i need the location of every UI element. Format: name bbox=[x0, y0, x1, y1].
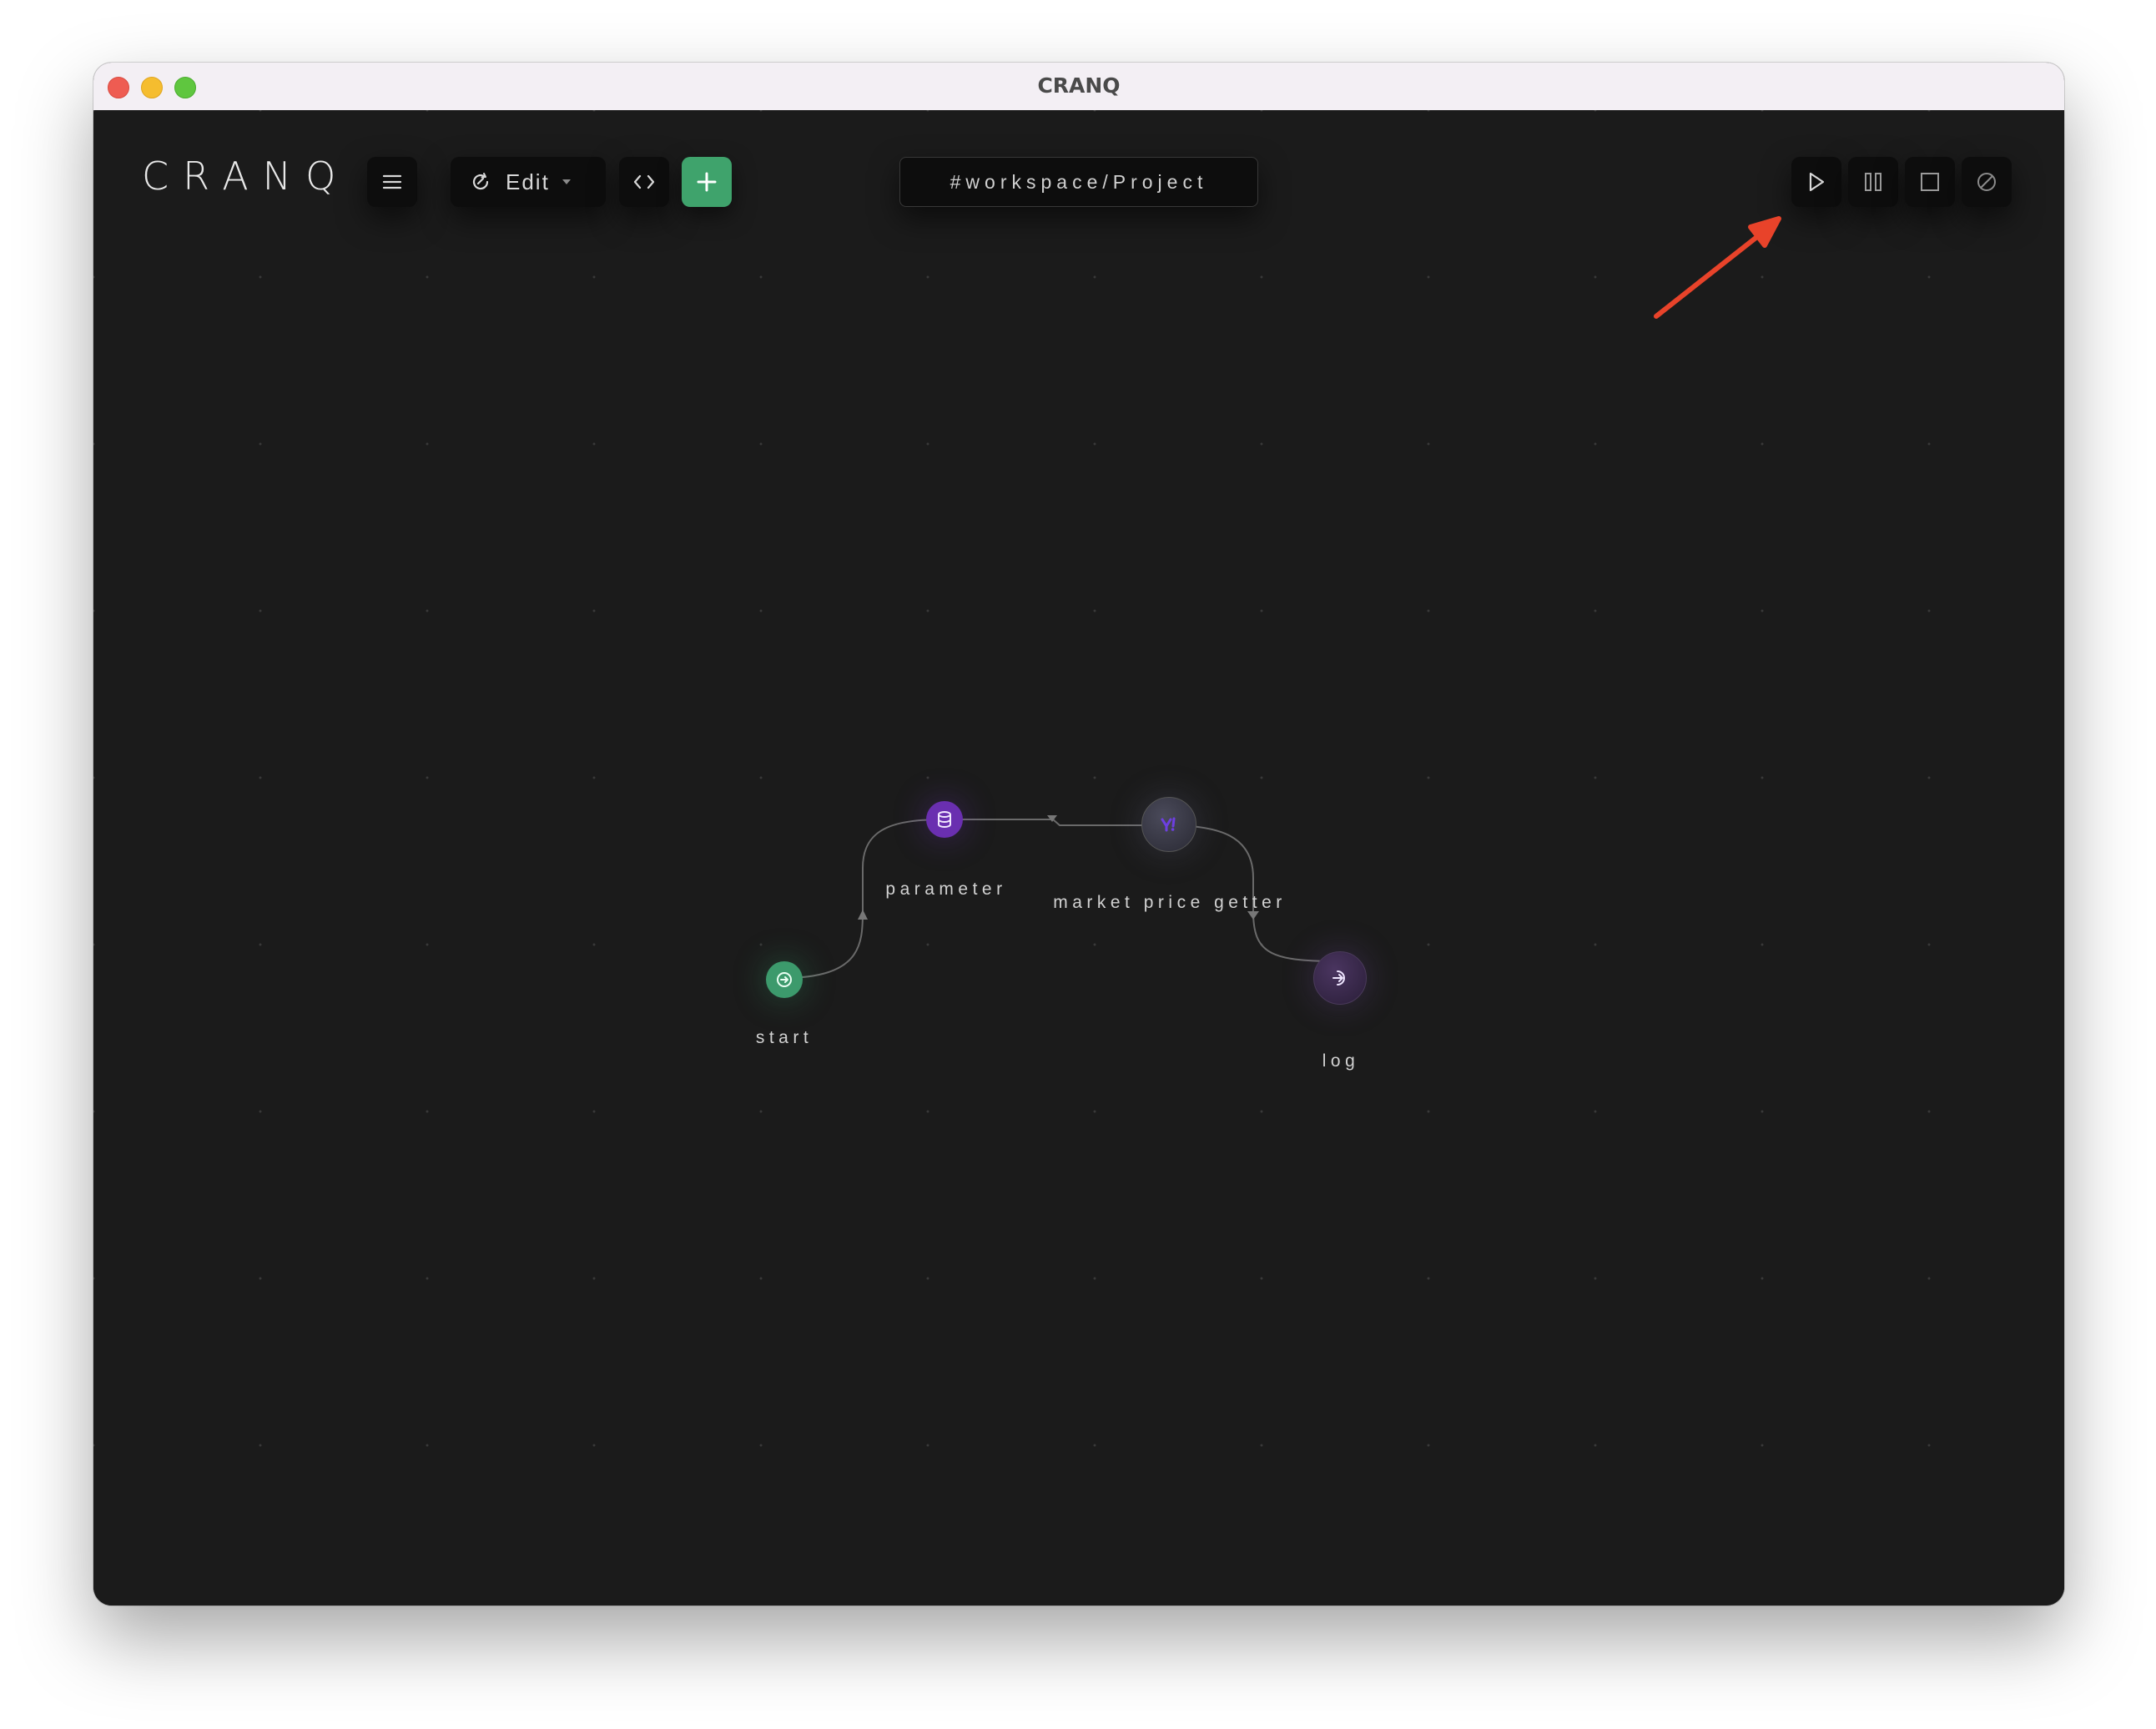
graph-canvas[interactable]: CRANQ Edit #workspace/Project start para… bbox=[93, 110, 2064, 1606]
app-window: CRANQ CRANQ Edit #workspace/Project star… bbox=[93, 63, 2064, 1606]
window-title: CRANQ bbox=[1037, 73, 1121, 98]
annotation-arrow bbox=[1654, 216, 1781, 319]
title-bar: CRANQ bbox=[93, 63, 2064, 111]
